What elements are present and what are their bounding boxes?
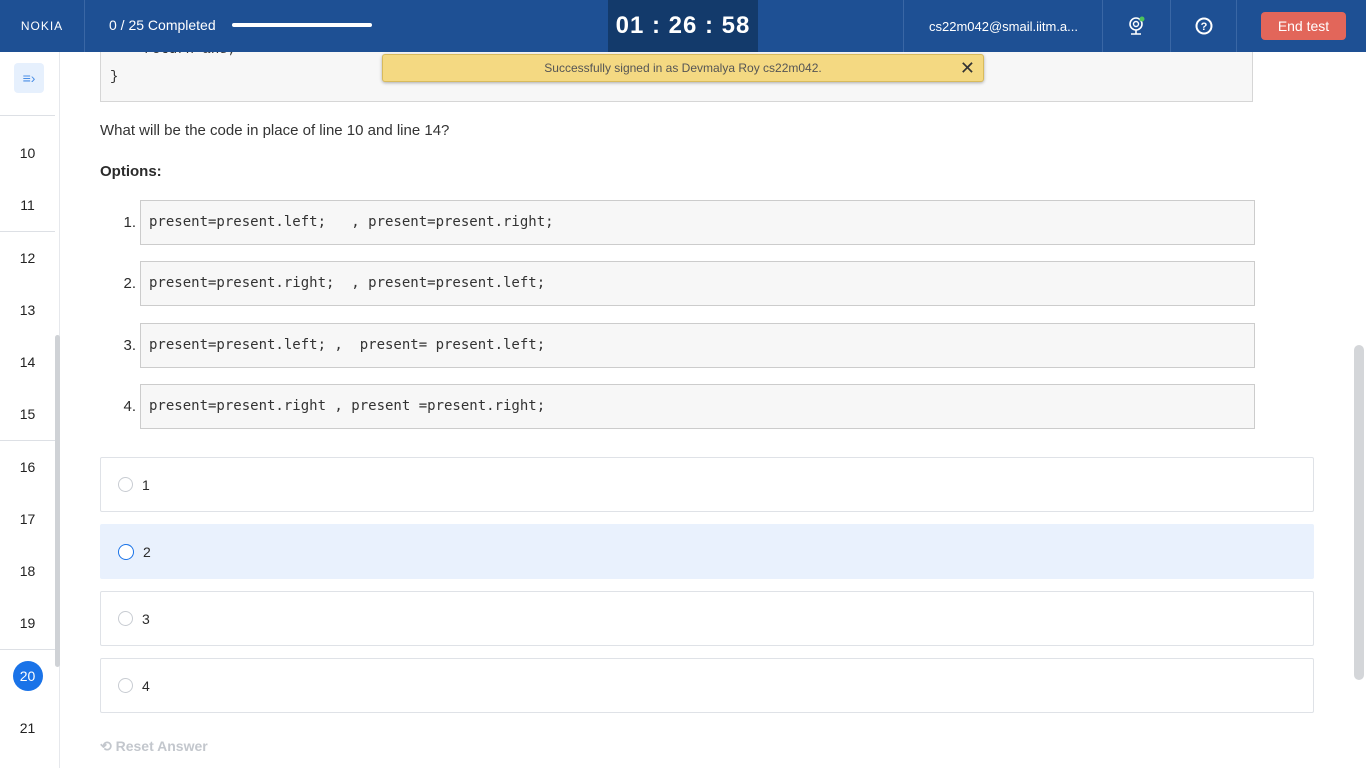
webcam-icon [1128,16,1144,35]
question-nav-16[interactable]: 16 [0,459,55,475]
signin-toast: Successfully signed in as Devmalya Roy c… [382,54,984,82]
reset-answer-button[interactable]: ⟲ Reset Answer [100,738,208,755]
help-button[interactable]: ? [1170,0,1236,52]
question-nav-12[interactable]: 12 [0,250,55,266]
timer: 01 : 26 : 58 [608,0,758,52]
question-nav-18[interactable]: 18 [0,563,55,579]
divider [0,440,55,441]
option-code: present=present.right; , present=present… [140,261,1255,306]
options-label: Options: [100,163,162,180]
option-3: 3. present=present.left; , present= prese… [100,323,1255,368]
progress-bar [231,23,372,27]
progress: 0 / 25 Completed [109,17,372,33]
divider [0,115,55,116]
toast-message: Successfully signed in as Devmalya Roy c… [544,61,822,75]
question-nav-19[interactable]: 19 [0,615,55,631]
user-email[interactable]: cs22m042@smail.iitm.a... [903,0,1103,52]
question-text: What will be the code in place of line 1… [100,122,450,139]
progress-label: 0 / 25 Completed [109,17,216,33]
question-nav-10[interactable]: 10 [0,145,55,161]
divider [0,649,55,650]
divider [0,231,55,232]
question-nav-21[interactable]: 21 [0,720,55,736]
question-sidebar: ≡› 10 11 12 13 14 15 16 17 18 19 20 21 [0,52,60,768]
end-test-button[interactable]: End test [1261,12,1346,40]
option-code: present=present.left; , present= present… [140,323,1255,368]
answer-choice-4[interactable]: 4 [100,658,1314,713]
top-bar: NOKIA 0 / 25 Completed 01 : 26 : 58 cs22… [0,0,1366,52]
radio-button[interactable] [118,611,133,626]
answer-choice-3[interactable]: 3 [100,591,1314,646]
question-nav-11[interactable]: 11 [0,197,55,213]
option-2: 2. present=present.right; , present=prese… [100,261,1255,306]
question-nav-14[interactable]: 14 [0,354,55,370]
undo-icon: ⟲ [100,738,112,754]
question-panel: return ans; } What will be the code in p… [60,42,1366,768]
question-nav-17[interactable]: 17 [0,511,55,527]
option-4: 4. present=present.right , present =prese… [100,384,1255,429]
radio-button[interactable] [118,678,133,693]
answer-choice-2[interactable]: 2 [100,524,1314,579]
radio-button[interactable] [118,543,134,560]
close-icon[interactable]: ✕ [960,58,975,79]
help-icon: ? [1195,17,1212,35]
nokia-logo: NOKIA [0,0,85,52]
sidebar-toggle-icon[interactable]: ≡› [14,63,44,93]
question-nav-15[interactable]: 15 [0,406,55,422]
option-1: 1. present=present.left; , present=presen… [100,200,1255,245]
radio-button[interactable] [118,477,133,492]
question-nav-20[interactable]: 20 [0,661,55,691]
option-code: present=present.left; , present=present.… [140,200,1255,245]
svg-text:?: ? [1200,21,1207,33]
question-nav-13[interactable]: 13 [0,302,55,318]
answer-choice-1[interactable]: 1 [100,457,1314,512]
option-code: present=present.right , present =present… [140,384,1255,429]
main-scrollbar[interactable] [1354,345,1364,680]
webcam-button[interactable] [1102,0,1170,52]
